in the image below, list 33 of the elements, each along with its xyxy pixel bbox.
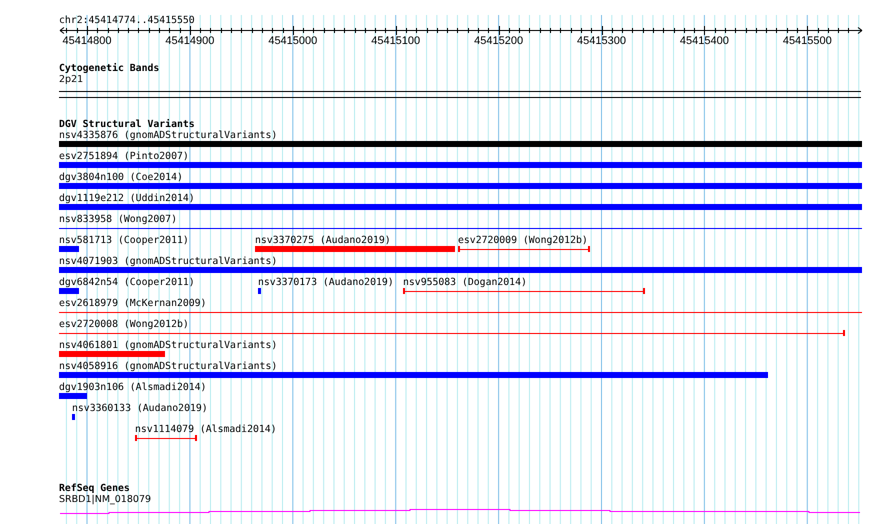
track-title: DGV Structural Variants bbox=[59, 119, 196, 130]
band-label: 2p21 bbox=[59, 74, 84, 85]
tick-label: 45415500 bbox=[782, 35, 832, 47]
tick-label: 45415200 bbox=[474, 35, 524, 47]
feature-label: nsv955083 (Dogan2014) bbox=[403, 277, 527, 288]
feature-label: esv2720008 (Wong2012b) bbox=[59, 319, 189, 330]
tick-label: 45414900 bbox=[165, 35, 214, 47]
feature-label: nsv4061801 (gnomADStructuralVariants) bbox=[59, 340, 278, 351]
location-label: chr2:45414774..45415550 bbox=[59, 15, 196, 26]
feature-label: nsv4071903 (gnomADStructuralVariants) bbox=[59, 256, 278, 267]
tick-label: 45415000 bbox=[268, 35, 318, 47]
feature-label: nsv3370275 (Audano2019) bbox=[255, 235, 391, 246]
feature-label: nsv3370173 (Audano2019) bbox=[258, 277, 394, 288]
track-title: RefSeq Genes bbox=[59, 483, 131, 494]
feature-label: nsv581713 (Cooper2011) bbox=[59, 235, 189, 246]
tick-label: 45415300 bbox=[577, 35, 626, 47]
feature-label: nsv4058916 (gnomADStructuralVariants) bbox=[59, 361, 278, 372]
feature-label: esv2720009 (Wong2012b) bbox=[458, 235, 588, 246]
track-title: Cytogenetic Bands bbox=[59, 63, 160, 74]
feature-label: nsv1114079 (Alsmadi2014) bbox=[135, 424, 277, 435]
feature-label: dgv3804n100 (Coe2014) bbox=[59, 172, 183, 183]
feature-label: dgv1903n106 (Alsmadi2014) bbox=[59, 382, 206, 393]
gene-label: SRBD1|NM_018079 bbox=[59, 494, 152, 505]
tick-label: 45415400 bbox=[680, 35, 729, 47]
feature-label: esv2618979 (McKernan2009) bbox=[59, 298, 206, 309]
feature-label: esv2751894 (Pinto2007) bbox=[59, 151, 189, 162]
tick-label: 45414800 bbox=[62, 35, 112, 47]
tick-label: 45415100 bbox=[371, 35, 420, 47]
feature-label: nsv833958 (Wong2007) bbox=[59, 214, 177, 225]
feature-label: dgv1119e212 (Uddin2014) bbox=[59, 193, 195, 204]
feature-label: nsv3360133 (Audano2019) bbox=[72, 403, 208, 414]
feature-label: nsv4335876 (gnomADStructuralVariants) bbox=[59, 130, 278, 141]
feature-label: dgv6842n54 (Cooper2011) bbox=[59, 277, 195, 288]
